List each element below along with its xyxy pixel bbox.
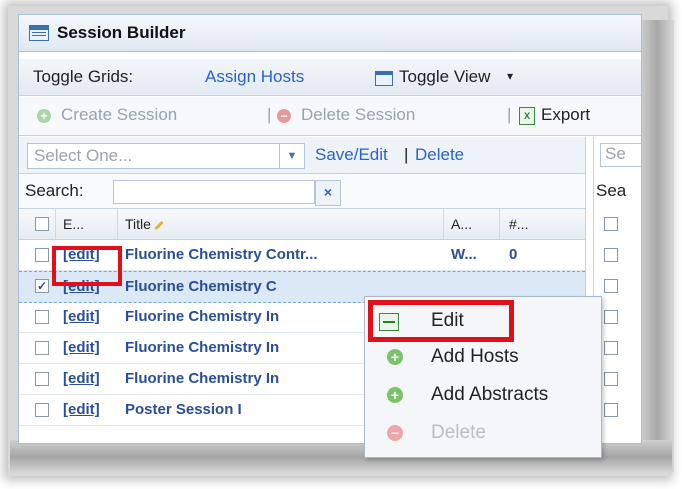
menu-edit-highlight	[368, 300, 514, 342]
select-all-checkbox[interactable]	[35, 217, 49, 231]
session-count: 0	[509, 246, 518, 263]
select-all-checkbox[interactable]	[604, 217, 618, 231]
grid-icon	[375, 71, 393, 86]
session-a-value: W...	[451, 246, 477, 263]
saved-filter-select[interactable]: Select One... ▼	[27, 143, 305, 169]
row-checkbox[interactable]	[35, 403, 49, 417]
row-checkbox[interactable]	[35, 248, 49, 262]
session-title: Poster Session I	[125, 401, 242, 418]
add-icon: +	[37, 109, 51, 123]
search-label: Search:	[25, 181, 84, 200]
edit-link[interactable]: [edit]	[63, 370, 100, 387]
session-title: Fluorine Chemistry In	[125, 339, 280, 356]
grid-icon	[29, 25, 49, 41]
secondary-filter-select[interactable]: Se	[600, 143, 641, 167]
column-header-edit[interactable]: E...	[63, 216, 84, 232]
filter-row: Select One... ▼ Save/Edit | Delete	[19, 137, 585, 174]
menu-item-add-abstracts[interactable]: + Add Abstracts	[365, 377, 601, 413]
toggle-view-button[interactable]: Toggle View	[399, 67, 490, 87]
menu-item-add-hosts[interactable]: + Add Hosts	[365, 339, 601, 375]
edit-link[interactable]: [edit]	[63, 401, 100, 418]
add-icon: +	[387, 349, 403, 365]
delete-filter-link[interactable]: Delete	[415, 145, 464, 165]
row-checkbox[interactable]	[35, 341, 49, 355]
excel-icon: X	[519, 107, 535, 125]
separator: |	[507, 105, 512, 124]
assign-hosts-link[interactable]: Assign Hosts	[205, 67, 304, 87]
frame-shadow-right	[640, 20, 674, 472]
secondary-search-label: Sea	[596, 181, 627, 200]
row-checkbox[interactable]	[35, 310, 49, 324]
remove-icon: −	[277, 109, 291, 123]
edit-link[interactable]: [edit]	[63, 308, 100, 325]
column-divider	[117, 209, 118, 239]
window-title: Session Builder	[57, 23, 186, 42]
edit-link[interactable]: [edit]	[63, 339, 100, 356]
separator: |	[267, 105, 272, 124]
export-button[interactable]: Export	[541, 105, 590, 125]
grid-header: E... Title A... #...	[19, 209, 585, 240]
chevron-down-icon[interactable]: ▼	[279, 144, 304, 168]
clear-search-icon[interactable]: ×	[315, 180, 341, 206]
delete-session-button[interactable]: Delete Session	[301, 105, 415, 125]
session-actions-toolbar: + Create Session | − Delete Session | X …	[19, 97, 641, 136]
caret-down-icon[interactable]: ▾	[507, 69, 513, 83]
session-title: Fluorine Chemistry Contr...	[125, 246, 318, 263]
search-row: Search: ×	[19, 174, 585, 209]
column-title-label: Title	[125, 216, 151, 232]
row-checkbox[interactable]	[604, 279, 618, 293]
select-placeholder: Select One...	[34, 146, 133, 165]
create-session-button[interactable]: Create Session	[61, 105, 177, 125]
pencil-icon	[154, 220, 164, 230]
column-divider	[499, 209, 500, 239]
row-checkbox-checked[interactable]: ✓	[35, 279, 49, 293]
column-header-count[interactable]: #...	[509, 216, 528, 232]
save-edit-link[interactable]: Save/Edit	[315, 145, 388, 165]
search-input[interactable]	[113, 180, 315, 204]
column-divider	[443, 209, 444, 239]
session-title: Fluorine Chemistry In	[125, 370, 280, 387]
session-title: Fluorine Chemistry C	[125, 278, 277, 295]
row-checkbox[interactable]	[604, 341, 618, 355]
session-title: Fluorine Chemistry In	[125, 308, 280, 325]
row-checkbox[interactable]	[604, 310, 618, 324]
edit-link-highlight	[52, 246, 122, 286]
menu-item-delete: − Delete	[365, 415, 601, 451]
column-header-title[interactable]: Title	[125, 216, 164, 232]
column-divider	[55, 209, 56, 239]
row-checkbox[interactable]	[604, 372, 618, 386]
row-checkbox[interactable]	[35, 372, 49, 386]
separator: |	[404, 145, 409, 164]
remove-icon: −	[387, 425, 403, 441]
menu-item-label: Add Hosts	[431, 346, 519, 367]
menu-item-label: Add Abstracts	[431, 384, 549, 405]
add-icon: +	[387, 387, 403, 403]
window-titlebar: Session Builder	[19, 15, 641, 52]
row-checkbox[interactable]	[604, 248, 618, 262]
row-checkbox[interactable]	[604, 403, 618, 417]
column-header-a[interactable]: A...	[451, 216, 472, 232]
toggle-grids-toolbar: Toggle Grids: Assign Hosts Toggle View ▾	[19, 59, 641, 96]
toggle-grids-label: Toggle Grids:	[33, 67, 134, 86]
menu-item-label: Delete	[431, 422, 486, 443]
